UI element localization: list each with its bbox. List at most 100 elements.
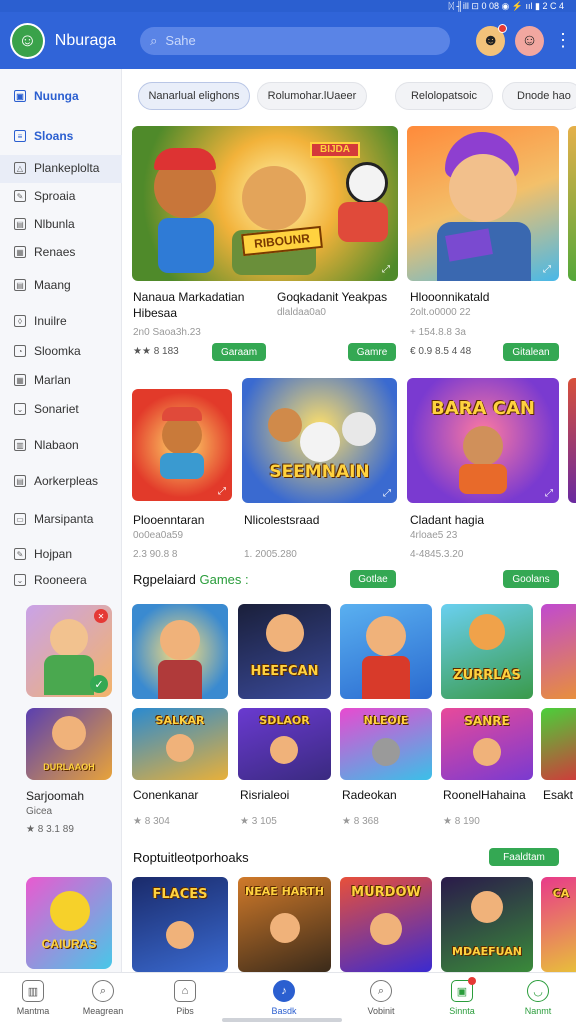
game-title[interactable]: Esakt bbox=[543, 788, 573, 802]
game-title[interactable]: Hlooonnikatald bbox=[410, 290, 489, 304]
game-title[interactable]: Conenkanar bbox=[133, 788, 198, 802]
game-thumbnail[interactable]: SEEMNAIN ⤢ bbox=[242, 378, 397, 503]
game-rating: ★ 8 190 bbox=[443, 816, 480, 827]
sidebar-item[interactable]: ⌄ Rooneera bbox=[14, 570, 87, 590]
sidebar-item[interactable]: △ Plankeplolta bbox=[14, 158, 99, 178]
sidebar-item[interactable]: ▥ Nlabaon bbox=[14, 435, 79, 455]
game-title[interactable]: Plooenntaran bbox=[133, 513, 204, 527]
filter-chip[interactable]: Rolumohar.lUaeer bbox=[257, 82, 367, 110]
sidebar-game-thumbnail[interactable]: ✕ ✓ bbox=[26, 605, 112, 697]
game-thumbnail[interactable]: SDLAOR bbox=[238, 708, 331, 780]
filter-chip[interactable]: Relolopatsoic bbox=[395, 82, 493, 110]
sidebar-item[interactable]: ▦ Marlan bbox=[14, 370, 71, 390]
nav-tab[interactable]: ⌕ Meagrean bbox=[73, 980, 133, 1016]
game-title[interactable]: Radeokan bbox=[342, 788, 397, 802]
game-thumbnail[interactable]: SALKAR bbox=[132, 708, 228, 780]
app-logo[interactable]: ☺ bbox=[10, 22, 45, 59]
nav-tab[interactable]: ⌂ Pibs bbox=[155, 980, 215, 1016]
section-title: Rgpelaiard Games : bbox=[133, 572, 249, 587]
game-thumbnail[interactable]: CA bbox=[541, 877, 576, 972]
see-all-button[interactable]: Faaldtam bbox=[489, 848, 559, 866]
game-rating: 1. 2005.280 bbox=[244, 549, 297, 560]
game-rating: ★★ 8 183 bbox=[133, 346, 179, 357]
game-thumbnail[interactable] bbox=[568, 378, 576, 503]
game-title[interactable]: Nlicolestsraad bbox=[244, 513, 319, 527]
doc-icon: ▤ bbox=[14, 218, 26, 230]
nav-tab[interactable]: ◡ Nanmt bbox=[508, 980, 568, 1016]
game-art-text: NLEOIE bbox=[363, 714, 409, 727]
featured-game-thumbnail[interactable]: BIJDA RIBOUNR ⤢ bbox=[132, 126, 398, 281]
game-thumbnail[interactable]: SANRE bbox=[441, 708, 533, 780]
home-icon: ▣ bbox=[14, 90, 26, 102]
doc-icon: ▤ bbox=[14, 279, 26, 291]
game-title[interactable]: Nanaua Markadatian bbox=[133, 290, 244, 304]
game-art-text: NEAE HARTH bbox=[245, 885, 324, 898]
sidebar-item[interactable]: ✎ Hojpan bbox=[14, 544, 72, 564]
nav-tab-active[interactable]: ♪ Basdk bbox=[254, 980, 314, 1016]
game-thumbnail[interactable] bbox=[541, 708, 576, 780]
game-thumbnail[interactable] bbox=[132, 604, 228, 699]
nav-tab[interactable]: ▥ Mantma bbox=[3, 980, 63, 1016]
game-rating: 4-4845.3.20 bbox=[410, 549, 464, 560]
edit-icon: ✎ bbox=[14, 190, 26, 202]
game-thumbnail[interactable] bbox=[541, 604, 576, 699]
game-rating: 2.3 90.8 8 bbox=[133, 549, 178, 560]
sidebar-item[interactable]: ✎ Sproaia bbox=[14, 186, 75, 206]
sidebar-game-thumbnail[interactable]: CAIURAS bbox=[26, 877, 112, 969]
game-thumbnail[interactable]: ⤢ bbox=[132, 389, 232, 501]
game-thumbnail[interactable]: ZURRLAS bbox=[441, 604, 533, 699]
game-thumbnail[interactable]: HEEFCAN bbox=[238, 604, 331, 699]
nav-tab[interactable]: ⌕ Vobinit bbox=[351, 980, 411, 1016]
game-art-text: MURDOW bbox=[351, 885, 421, 900]
sidebar-item[interactable]: ◊ Inuilre bbox=[14, 311, 67, 331]
game-title[interactable]: Cladant hagia bbox=[410, 513, 484, 527]
sidebar-item[interactable]: ▤ Maang bbox=[14, 275, 71, 295]
close-icon[interactable]: ✕ bbox=[94, 609, 108, 623]
sidebar-item[interactable]: ⌄ Sonariet bbox=[14, 399, 79, 419]
top-app-bar: ☺ Nburaga ⌕ Sahe ☻ ☺ ⋮ bbox=[0, 12, 576, 69]
more-options-icon[interactable]: ⋮ bbox=[554, 30, 572, 51]
chevron-down-icon: ⌄ bbox=[14, 574, 26, 586]
game-title[interactable]: Goqkadanit Yeakpas bbox=[277, 290, 387, 304]
game-thumbnail[interactable] bbox=[340, 604, 432, 699]
game-thumbnail[interactable]: MDAEFUAN bbox=[441, 877, 533, 972]
game-thumbnail[interactable]: MURDOW bbox=[340, 877, 432, 972]
search-icon: ⌕ bbox=[92, 980, 114, 1002]
sidebar-item[interactable]: ▦ Renaes bbox=[14, 242, 75, 262]
avatar[interactable]: ☺ bbox=[515, 25, 544, 56]
game-subtitle: 2olt.o0000 22 bbox=[410, 307, 471, 318]
sidebar-item-sloans[interactable]: ≡ Sloans bbox=[14, 126, 73, 146]
sidebar-item[interactable]: ▤ Aorkerpleas bbox=[14, 471, 98, 491]
filter-chip[interactable]: Dnode hao bbox=[502, 82, 576, 110]
see-all-button[interactable]: Goolans bbox=[503, 570, 559, 588]
see-all-button[interactable]: Gotlae bbox=[350, 570, 396, 588]
game-art-text: BARA CAN bbox=[431, 398, 535, 419]
avatar[interactable]: ☻ bbox=[476, 23, 508, 56]
game-thumbnail[interactable]: FLACES bbox=[132, 877, 228, 972]
search-bar[interactable]: ⌕ Sahe bbox=[140, 26, 451, 55]
play-button[interactable]: Gitalean bbox=[503, 343, 559, 361]
sidebar-item[interactable]: ◔ Sloomka bbox=[14, 341, 81, 361]
sidebar-item-home[interactable]: ▣ Nuunga bbox=[14, 86, 79, 106]
nav-tab[interactable]: ▣ Sinnta bbox=[432, 977, 492, 1016]
game-thumbnail[interactable]: BARA CAN ⤢ bbox=[407, 378, 559, 503]
featured-game-thumbnail[interactable] bbox=[568, 126, 576, 281]
play-button[interactable]: Gamre bbox=[348, 343, 396, 361]
home-indicator[interactable] bbox=[222, 1018, 342, 1022]
sidebar-game-thumbnail[interactable]: DURLAAOH bbox=[26, 708, 112, 780]
edit-icon: ✎ bbox=[14, 548, 26, 560]
search-input[interactable]: Sahe bbox=[165, 33, 195, 48]
status-text: ᛞ ╢ill ⊡ 0 08 ◉ ⚡ ııl ▮ 2 C 4 bbox=[448, 0, 564, 11]
filter-chip[interactable]: Nanarlual elighons bbox=[138, 82, 250, 110]
play-button[interactable]: Garaam bbox=[212, 343, 266, 361]
game-thumbnail[interactable]: NLEOIE bbox=[340, 708, 432, 780]
sidebar-game-title: Sarjoomah bbox=[26, 789, 85, 803]
game-title[interactable]: Risrialeoi bbox=[240, 788, 289, 802]
featured-game-thumbnail[interactable]: ⤢ bbox=[407, 126, 559, 281]
sidebar-item[interactable]: ▤ Nlbunla bbox=[14, 214, 75, 234]
sidebar-item[interactable]: ▭ Marsipanta bbox=[14, 509, 93, 529]
game-thumbnail[interactable]: NEAE HARTH bbox=[238, 877, 331, 972]
image-icon: ▦ bbox=[14, 246, 26, 258]
game-art-text: MDAEFUAN bbox=[452, 945, 522, 958]
game-title[interactable]: RoonelHahaina bbox=[443, 788, 526, 802]
